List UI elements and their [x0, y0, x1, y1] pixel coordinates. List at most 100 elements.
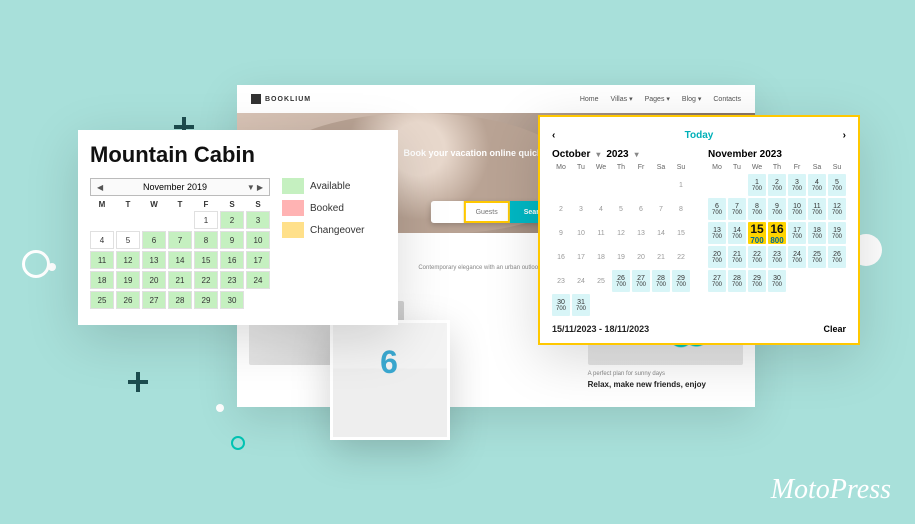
day-cell[interactable]: 24700 — [788, 246, 806, 268]
day-cell[interactable]: 11700 — [808, 198, 826, 220]
day-cell[interactable]: 9 — [220, 231, 244, 249]
day-cell[interactable]: 22700 — [748, 246, 766, 268]
day-cell[interactable]: 24 — [246, 271, 270, 289]
checkin-field[interactable] — [431, 201, 464, 223]
day-cell[interactable]: 22 — [194, 271, 218, 289]
day-cell: 7 — [652, 198, 670, 220]
day-cell[interactable]: 26 — [116, 291, 140, 309]
day-cell[interactable]: 13 — [142, 251, 166, 269]
day-cell[interactable]: 29700 — [748, 270, 766, 292]
day-cell[interactable]: 21700 — [728, 246, 746, 268]
day-cell[interactable]: 23700 — [768, 246, 786, 268]
day-cell[interactable]: 9700 — [768, 198, 786, 220]
day-cell[interactable]: 27700 — [632, 270, 650, 292]
today-link[interactable]: Today — [685, 130, 714, 141]
dot-icon — [216, 404, 224, 412]
prev-month-icon[interactable]: ◀ — [97, 183, 103, 192]
day-cell[interactable]: 1 — [194, 211, 218, 229]
clear-button[interactable]: Clear — [823, 324, 846, 334]
day-cell[interactable]: 17 — [246, 251, 270, 269]
day-cell[interactable]: 10 — [246, 231, 270, 249]
day-cell[interactable]: 27700 — [708, 270, 726, 292]
day-cell[interactable]: 27 — [142, 291, 166, 309]
day-cell[interactable]: 28 — [168, 291, 192, 309]
day-cell[interactable]: 7 — [168, 231, 192, 249]
day-cell[interactable]: 6 — [142, 231, 166, 249]
day-cell[interactable]: 15 — [194, 251, 218, 269]
day-cell: 14 — [652, 222, 670, 244]
day-cell[interactable]: 30 — [220, 291, 244, 309]
next-month-icon[interactable]: ▶ — [257, 183, 263, 192]
day-cell[interactable]: 25700 — [808, 246, 826, 268]
day-cell: 1 — [672, 174, 690, 196]
day-cell[interactable]: 25 — [90, 291, 114, 309]
day-cell[interactable]: 3700 — [788, 174, 806, 196]
menu-item[interactable]: Villas ▾ — [611, 95, 633, 103]
day-cell[interactable]: 3 — [246, 211, 270, 229]
day-cell[interactable]: 28700 — [728, 270, 746, 292]
chevron-down-icon[interactable]: ▾ — [596, 150, 600, 159]
day-cell[interactable]: 29700 — [672, 270, 690, 292]
day-cell[interactable]: 18700 — [808, 222, 826, 244]
day-cell[interactable]: 13700 — [708, 222, 726, 244]
menu-item[interactable]: Blog ▾ — [682, 95, 701, 103]
day-cell[interactable]: 6700 — [708, 198, 726, 220]
day-cell[interactable]: 12700 — [828, 198, 846, 220]
day-selected[interactable]: 15700 — [748, 222, 766, 244]
day-cell[interactable]: 30700 — [768, 270, 786, 292]
day-cell: 10 — [572, 222, 590, 244]
day-cell[interactable]: 21 — [168, 271, 192, 289]
day-cell[interactable]: 16 — [220, 251, 244, 269]
day-cell[interactable]: 29 — [194, 291, 218, 309]
day-cell[interactable]: 10700 — [788, 198, 806, 220]
day-cell[interactable]: 26700 — [612, 270, 630, 292]
menu-item[interactable]: Pages ▾ — [645, 95, 670, 103]
circle-icon — [231, 436, 245, 450]
month-name[interactable]: November 2023 — [708, 149, 782, 160]
day-cell[interactable]: 2 — [220, 211, 244, 229]
day-cell[interactable]: 30700 — [552, 294, 570, 316]
day-cell[interactable]: 14700 — [728, 222, 746, 244]
caption-tag: A perfect plan for sunny days — [588, 371, 743, 377]
day-cell[interactable]: 5 — [116, 231, 140, 249]
day-selected[interactable]: 16800 — [768, 222, 786, 244]
day-cell[interactable]: 19700 — [828, 222, 846, 244]
legend: AvailableBookedChangeover — [282, 178, 386, 309]
day-cell[interactable]: 12 — [116, 251, 140, 269]
guests-field[interactable]: Guests — [464, 201, 510, 223]
day-cell[interactable]: 2700 — [768, 174, 786, 196]
day-cell[interactable]: 26700 — [828, 246, 846, 268]
day-cell[interactable]: 17700 — [788, 222, 806, 244]
selected-range: 15/11/2023 - 18/11/2023 — [552, 324, 649, 334]
day-cell[interactable]: 18 — [90, 271, 114, 289]
day-cell[interactable]: 19 — [116, 271, 140, 289]
prev-icon[interactable]: ‹ — [552, 130, 555, 141]
day-cell[interactable]: 8700 — [748, 198, 766, 220]
availability-grid[interactable]: 1234567891011121314151617181920212223242… — [90, 211, 270, 309]
day-empty — [652, 294, 670, 316]
year-label[interactable]: 2023 — [606, 149, 628, 160]
day-cell[interactable]: 7700 — [728, 198, 746, 220]
day-cell[interactable]: 20700 — [708, 246, 726, 268]
day-cell: 6 — [632, 198, 650, 220]
chevron-down-icon[interactable]: ▾ — [635, 150, 639, 159]
month-select[interactable]: ◀ November 2019 ▼▶ — [90, 178, 270, 196]
day-cell: 25 — [592, 270, 610, 292]
day-cell[interactable]: 5700 — [828, 174, 846, 196]
menu-item[interactable]: Contacts — [713, 95, 741, 103]
day-cell[interactable]: 8 — [194, 231, 218, 249]
day-cell[interactable]: 20 — [142, 271, 166, 289]
month-name[interactable]: October — [552, 149, 590, 160]
day-cell[interactable]: 4700 — [808, 174, 826, 196]
day-cell[interactable]: 23 — [220, 271, 244, 289]
dropdown-icon[interactable]: ▼ — [247, 183, 255, 192]
day-cell[interactable]: 11 — [90, 251, 114, 269]
next-icon[interactable]: › — [843, 130, 846, 141]
day-cell[interactable]: 28700 — [652, 270, 670, 292]
day-cell[interactable]: 4 — [90, 231, 114, 249]
menu-item[interactable]: Home — [580, 95, 599, 103]
day-cell[interactable]: 1700 — [748, 174, 766, 196]
day-cell[interactable]: 31700 — [572, 294, 590, 316]
day-cell[interactable]: 14 — [168, 251, 192, 269]
day-empty — [828, 270, 846, 292]
